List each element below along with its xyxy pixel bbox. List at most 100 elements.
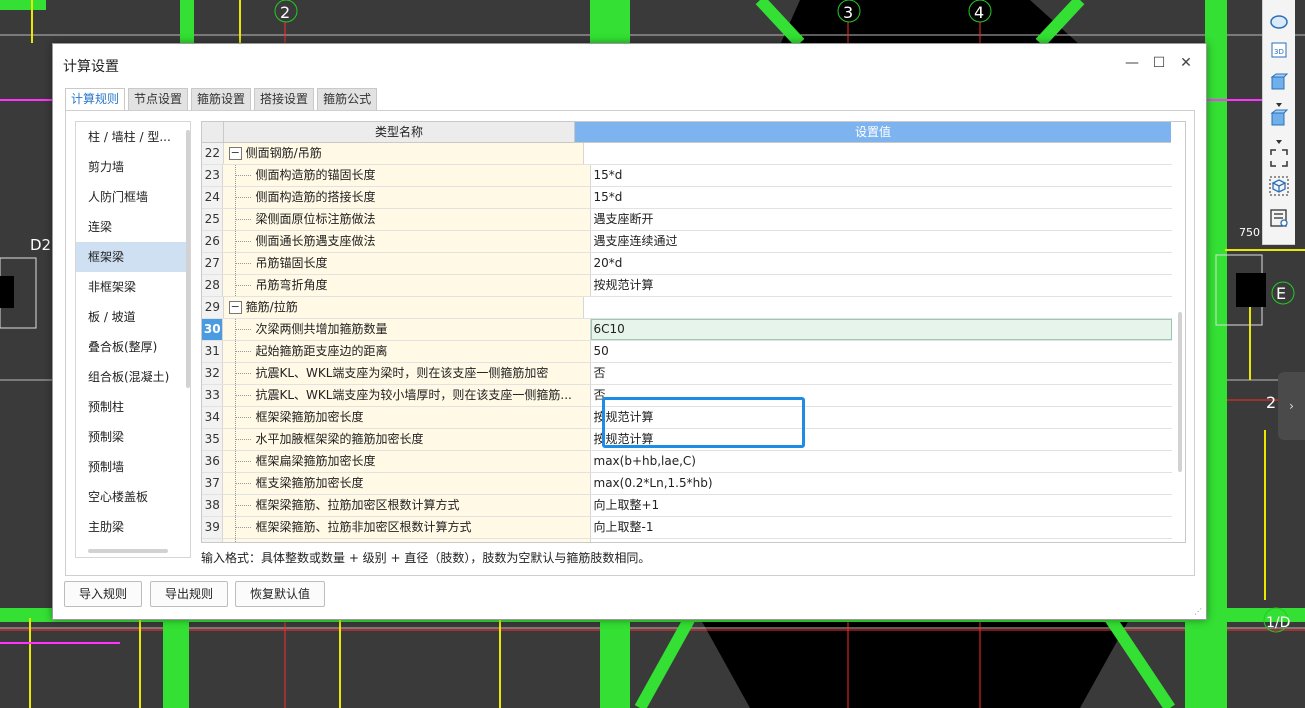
close-button[interactable]: ✕ bbox=[1177, 54, 1195, 72]
3d-view-icon[interactable]: 3D bbox=[1269, 40, 1289, 60]
side-panel-toggle[interactable]: › bbox=[1278, 372, 1305, 440]
list-scrollbar-vertical[interactable] bbox=[186, 130, 190, 388]
component-list-item[interactable]: 预制柱 bbox=[76, 392, 190, 422]
table-group-row[interactable]: 29− 箍筋/拉筋 bbox=[202, 297, 1172, 319]
import-rules-button[interactable]: 导入规则 bbox=[64, 581, 143, 607]
component-list-item[interactable]: 剪力墙 bbox=[76, 152, 190, 182]
cube-select-icon[interactable] bbox=[1269, 176, 1289, 196]
table-row[interactable]: 36 框架扁梁箍筋加密长度 max(b+hb,lae,C) bbox=[202, 451, 1172, 473]
row-number: 30 bbox=[202, 319, 224, 340]
component-list-item[interactable]: 连梁 bbox=[76, 212, 190, 242]
tab-node-settings[interactable]: 节点设置 bbox=[128, 88, 189, 110]
axis-label-4: 4 bbox=[974, 3, 984, 22]
fullscreen-icon[interactable] bbox=[1269, 148, 1289, 168]
table-row[interactable]: 28 吊筋弯折角度 按规范计算 bbox=[202, 275, 1172, 297]
tab-calc-rules[interactable]: 计算规则 bbox=[65, 88, 126, 111]
axis-label-1d: 1/D bbox=[1266, 615, 1290, 631]
component-list-item[interactable]: 组合板(混凝土) bbox=[76, 362, 190, 392]
layer-view-icon[interactable] bbox=[1269, 108, 1289, 128]
setting-value-cell[interactable]: 向上取整+1 bbox=[591, 495, 1173, 516]
maximize-button[interactable]: ☐ bbox=[1150, 54, 1168, 72]
dimension-750: 750 bbox=[1239, 226, 1260, 239]
table-row[interactable]: 37 框支梁箍筋加密长度 max(0.2*Ln,1.5*hb) bbox=[202, 473, 1172, 495]
list-settings-icon[interactable] bbox=[1269, 208, 1289, 228]
setting-value-cell[interactable]: 20*d bbox=[591, 253, 1173, 274]
calc-settings-dialog: 计算设置 — ☐ ✕ 计算规则 节点设置 箍筋设置 搭接设置 箍筋公式 柱 / … bbox=[52, 43, 1207, 620]
component-list-item[interactable]: 叠合板(整厚) bbox=[76, 332, 190, 362]
box-view-icon[interactable] bbox=[1269, 72, 1289, 92]
setting-value-cell[interactable] bbox=[584, 143, 1172, 164]
setting-value-cell[interactable]: 135° bbox=[591, 539, 1173, 542]
table-row[interactable]: 32 抗震KL、WKL端支座为梁时，则在该支座一侧箍筋加密 否 bbox=[202, 363, 1172, 385]
tab-content-panel: 柱 / 墙柱 / 型... 剪力墙 人防门框墙 连梁 框架梁 非框架梁板 / 坡道 叠合板(… bbox=[65, 110, 1195, 576]
table-row[interactable]: 26 侧面通长筋遇支座做法 遇支座连续通过 bbox=[202, 231, 1172, 253]
setting-value-cell[interactable]: 按规范计算 bbox=[591, 275, 1173, 296]
component-list-item[interactable]: 柱 / 墙柱 / 型... bbox=[76, 122, 190, 152]
tab-stirrup-formula[interactable]: 箍筋公式 bbox=[317, 88, 378, 110]
row-number: 23 bbox=[202, 165, 224, 186]
minimize-button[interactable]: — bbox=[1123, 54, 1141, 72]
view-toolbar: 3D bbox=[1262, 0, 1295, 245]
table-row[interactable]: 31 起始箍筋距支座边的距离 50 bbox=[202, 341, 1172, 363]
component-list-item[interactable]: 框架梁 bbox=[76, 242, 190, 272]
type-name-text: 框架扁梁箍筋加密长度 bbox=[255, 454, 376, 468]
table-row[interactable]: 38 框架梁箍筋、拉筋加密区根数计算方式 向上取整+1 bbox=[202, 495, 1172, 517]
table-row[interactable]: 30 次梁两侧共增加箍筋数量 6C10 bbox=[202, 319, 1172, 341]
tab-lap-settings[interactable]: 搭接设置 bbox=[254, 88, 315, 110]
type-name-text: 吊筋弯折角度 bbox=[255, 278, 328, 292]
table-row[interactable]: 24 侧面构造筋的搭接长度 15*d bbox=[202, 187, 1172, 209]
type-name-cell: 梁侧面原位标注筋做法 bbox=[223, 209, 591, 230]
type-name-cell: 吊筋弯折角度 bbox=[223, 275, 591, 296]
header-row-number bbox=[202, 122, 224, 143]
component-list-item[interactable]: 空心楼盖板 bbox=[76, 482, 190, 512]
row-number: 39 bbox=[202, 517, 224, 538]
setting-value-cell[interactable] bbox=[584, 297, 1172, 318]
tab-stirrup-settings[interactable]: 箍筋设置 bbox=[191, 88, 252, 110]
settings-tabs: 计算规则 节点设置 箍筋设置 搭接设置 箍筋公式 bbox=[65, 88, 380, 111]
table-row[interactable]: 40 箍筋弯勾角度 135° bbox=[202, 539, 1173, 542]
row-number: 34 bbox=[202, 407, 224, 428]
setting-value-cell[interactable]: 15*d bbox=[591, 187, 1173, 208]
table-row[interactable]: 25 梁侧面原位标注筋做法 遇支座断开 bbox=[202, 209, 1172, 231]
setting-value-cell[interactable]: max(0.2*Ln,1.5*hb) bbox=[591, 473, 1173, 494]
setting-value-cell[interactable]: 遇支座断开 bbox=[591, 209, 1173, 230]
table-row[interactable]: 23 侧面构造筋的锚固长度 15*d bbox=[202, 165, 1172, 187]
setting-value-cell[interactable]: 6C10 bbox=[590, 319, 1172, 340]
list-scrollbar-horizontal[interactable] bbox=[88, 549, 168, 553]
component-list-item[interactable]: 预制梁 bbox=[76, 422, 190, 452]
type-name-cell: 框架扁梁箍筋加密长度 bbox=[223, 451, 591, 472]
chevron-down-icon[interactable] bbox=[1269, 95, 1289, 107]
table-row[interactable]: 39 框架梁箍筋、拉筋非加密区根数计算方式 向上取整-1 bbox=[202, 517, 1172, 539]
type-name-text: 次梁两侧共增加箍筋数量 bbox=[255, 322, 388, 336]
type-name-cell: 侧面通长筋遇支座做法 bbox=[223, 231, 591, 252]
setting-value-cell[interactable]: 向上取整-1 bbox=[591, 517, 1173, 538]
export-rules-button[interactable]: 导出规则 bbox=[150, 581, 229, 607]
collapse-icon[interactable]: − bbox=[228, 301, 242, 314]
type-name-cell: 抗震KL、WKL端支座为梁时，则在该支座一侧箍筋加密 bbox=[223, 363, 591, 384]
component-list-item[interactable]: 预制墙 bbox=[76, 452, 190, 482]
setting-value-cell[interactable]: 遇支座连续通过 bbox=[591, 231, 1173, 252]
type-name-cell: − 侧面钢筋/吊筋 bbox=[223, 143, 585, 164]
restore-defaults-button[interactable]: 恢复默认值 bbox=[235, 581, 326, 607]
collapse-icon[interactable]: − bbox=[228, 147, 242, 160]
axis-label-2-right: 2 bbox=[1266, 393, 1276, 412]
resize-grip-icon[interactable]: ⋰ bbox=[1194, 607, 1202, 616]
component-list-item[interactable]: 板 / 坡道 bbox=[76, 302, 190, 332]
table-scrollbar[interactable] bbox=[1178, 312, 1182, 472]
3d-orbit-icon[interactable] bbox=[1269, 12, 1289, 32]
component-list-item[interactable]: 主肋梁 bbox=[76, 512, 190, 542]
setting-value-cell[interactable]: 15*d bbox=[591, 165, 1173, 186]
component-list-item[interactable]: 人防门框墙 bbox=[76, 182, 190, 212]
chevron-down-icon[interactable] bbox=[1269, 132, 1289, 144]
table-group-row[interactable]: 22− 侧面钢筋/吊筋 bbox=[202, 143, 1172, 165]
component-list-item[interactable]: 非框架梁 bbox=[76, 272, 190, 302]
setting-value-cell[interactable]: 否 bbox=[591, 363, 1173, 384]
setting-value-cell[interactable]: max(b+hb,lae,C) bbox=[591, 451, 1173, 472]
row-number: 40 bbox=[202, 539, 224, 542]
type-name-cell: 箍筋弯勾角度 bbox=[223, 539, 591, 542]
type-name-text: 侧面构造筋的搭接长度 bbox=[255, 190, 376, 204]
table-row[interactable]: 27 吊筋锚固长度 20*d bbox=[202, 253, 1172, 275]
setting-value-cell[interactable]: 50 bbox=[591, 341, 1173, 362]
axis-label-2: 2 bbox=[280, 3, 290, 22]
type-name-cell: 框架梁箍筋加密长度 bbox=[223, 407, 591, 428]
